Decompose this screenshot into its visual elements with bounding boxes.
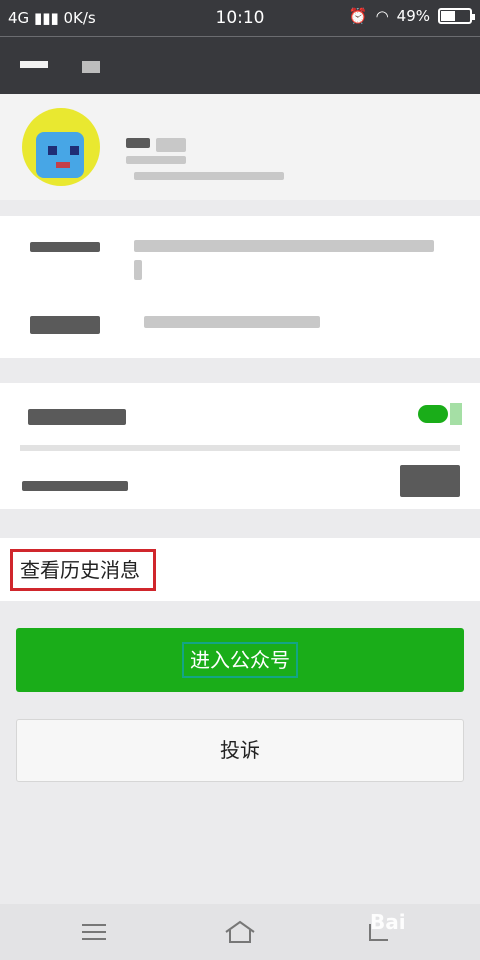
account-name-pixelated	[156, 138, 186, 152]
info-value-pixelated	[144, 316, 320, 328]
alarm-icon: ⏰	[348, 7, 368, 25]
info-label-pixelated	[30, 316, 100, 334]
account-id-pixelated	[134, 172, 284, 180]
history-row[interactable]: 查看历史消息	[0, 538, 480, 601]
history-messages-label[interactable]: 查看历史消息	[10, 549, 156, 591]
account-name-pixelated	[126, 138, 150, 148]
battery-percent: 49%	[396, 7, 430, 25]
system-nav-bar: Bai	[0, 904, 480, 960]
battery-fill	[441, 11, 455, 21]
home-icon[interactable]	[222, 918, 258, 946]
account-name-pixelated	[126, 156, 186, 164]
info-card	[0, 216, 480, 358]
baidu-watermark: Bai	[370, 910, 406, 934]
status-right: ⏰ ◠ 49%	[348, 7, 475, 25]
back-arrow-icon[interactable]	[20, 61, 48, 68]
nav-bar	[0, 36, 480, 94]
info-value-pixelated	[134, 260, 142, 280]
settings-divider	[20, 445, 460, 451]
complain-button[interactable]: 投诉	[16, 719, 464, 782]
setting-label-pixelated	[28, 409, 126, 425]
setting-label-pixelated	[22, 481, 128, 491]
message-toggle[interactable]	[418, 399, 462, 429]
enter-account-label: 进入公众号	[182, 642, 298, 678]
setting-value-pixelated[interactable]	[400, 465, 460, 497]
avatar-face	[36, 132, 84, 178]
profile-card	[0, 94, 480, 200]
status-bar: 4G ▮▮▮ 0K/s 10:10 ⏰ ◠ 49%	[0, 0, 480, 36]
info-label-pixelated	[30, 242, 100, 252]
avatar-eye	[70, 146, 79, 155]
toggle-knob	[418, 405, 448, 423]
info-value-pixelated	[134, 240, 434, 252]
menu-icon[interactable]	[82, 922, 106, 942]
settings-card	[0, 383, 480, 509]
battery-icon	[438, 8, 475, 24]
avatar-eye	[48, 146, 57, 155]
avatar[interactable]	[22, 108, 100, 186]
enter-account-button[interactable]: 进入公众号	[16, 628, 464, 692]
avatar-mouth	[56, 162, 70, 168]
wifi-icon: ◠	[375, 7, 389, 25]
toggle-end	[450, 403, 462, 425]
nav-title-pixelated	[82, 61, 100, 73]
